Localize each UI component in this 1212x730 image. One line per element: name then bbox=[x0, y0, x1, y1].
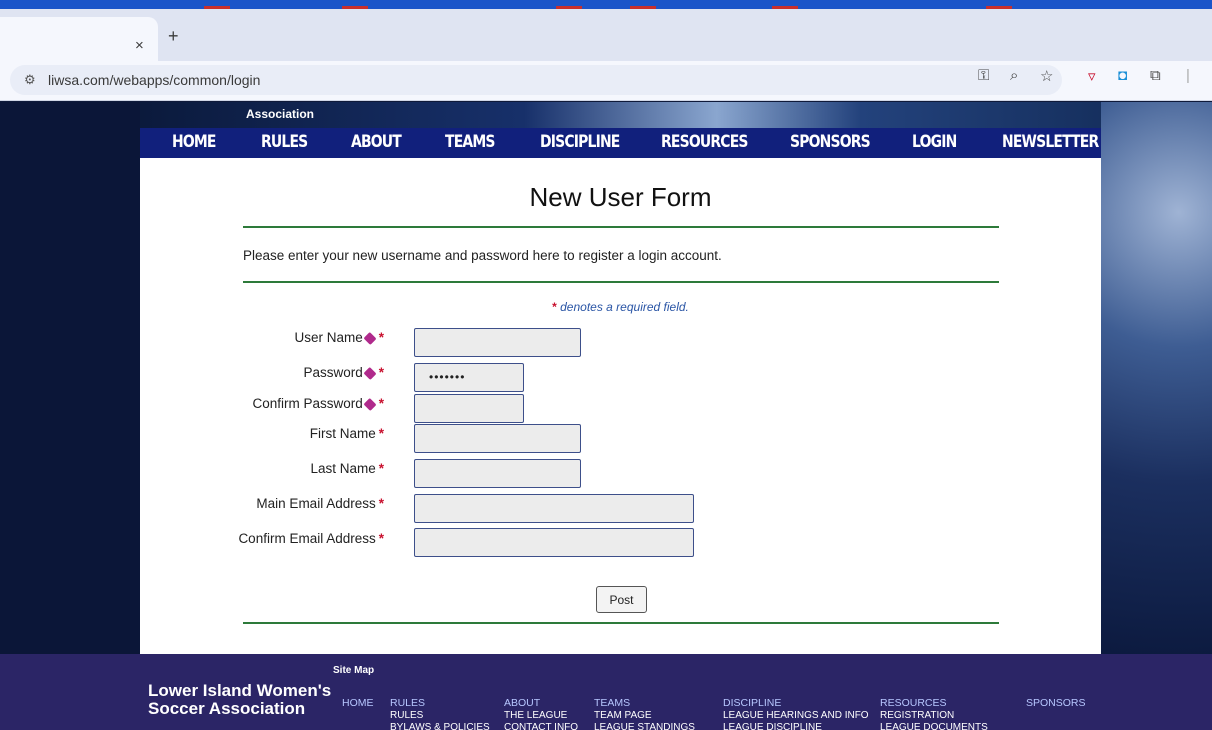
spellcheck-icon bbox=[363, 331, 377, 345]
required-marker: * bbox=[552, 300, 557, 314]
required-note-text: denotes a required field. bbox=[560, 300, 689, 314]
password-input[interactable]: ••••••• bbox=[414, 363, 524, 392]
last-name-input[interactable] bbox=[414, 459, 581, 488]
footer-link-rules[interactable]: RULES bbox=[390, 697, 425, 709]
nav-about[interactable]: ABOUT bbox=[351, 132, 402, 152]
footer-sub-rules[interactable]: RULES bbox=[390, 710, 423, 721]
username-label: User Name * bbox=[294, 330, 384, 345]
confirm-email-input[interactable] bbox=[414, 528, 694, 557]
nav-home[interactable]: HOME bbox=[172, 132, 216, 152]
spellcheck-icon bbox=[363, 397, 377, 411]
site-banner: Association bbox=[140, 102, 1101, 128]
site-footer: Site Map Lower Island Women's Soccer Ass… bbox=[0, 654, 1212, 730]
email-input[interactable] bbox=[414, 494, 694, 523]
page-title: New User Form bbox=[529, 182, 712, 212]
page-background-right bbox=[1101, 102, 1212, 654]
confirm-password-input[interactable] bbox=[414, 394, 524, 423]
first-name-input[interactable] bbox=[414, 424, 581, 453]
divider bbox=[243, 281, 999, 283]
banner-text: Association bbox=[246, 107, 315, 121]
footer-link-teams[interactable]: TEAMS bbox=[594, 697, 630, 709]
url-field[interactable]: ⚙ liwsa.com/webapps/common/login bbox=[10, 65, 1062, 95]
browser-tab-bar: × + bbox=[0, 9, 1212, 61]
nav-resources[interactable]: RESOURCES bbox=[661, 132, 748, 152]
main-content: New User Form Please enter your new user… bbox=[140, 158, 1101, 654]
divider bbox=[243, 622, 999, 624]
footer-link-discipline[interactable]: DISCIPLINE bbox=[723, 697, 781, 709]
url-text[interactable]: liwsa.com/webapps/common/login bbox=[48, 72, 260, 88]
bookmark-star-icon[interactable]: ☆ bbox=[1040, 67, 1053, 85]
site-map-heading: Site Map bbox=[333, 665, 375, 676]
spellcheck-icon bbox=[363, 366, 377, 380]
nav-discipline[interactable]: DISCIPLINE bbox=[540, 132, 620, 152]
email-label: Main Email Address * bbox=[256, 496, 384, 511]
footer-sub-standings[interactable]: LEAGUE STANDINGS bbox=[594, 722, 695, 730]
footer-sub-team-page[interactable]: TEAM PAGE bbox=[594, 710, 652, 721]
address-bar: ⚙ liwsa.com/webapps/common/login ⚿ ⌕ ☆ ▿… bbox=[0, 61, 1212, 101]
footer-sub-contact[interactable]: CONTACT INFO bbox=[504, 722, 578, 730]
browser-top-strip bbox=[0, 0, 1212, 9]
username-input[interactable] bbox=[414, 328, 581, 357]
tab-close-icon[interactable]: × bbox=[135, 37, 144, 54]
browser-tab[interactable]: × bbox=[0, 17, 158, 61]
new-tab-icon[interactable]: + bbox=[168, 26, 179, 47]
password-label: Password * bbox=[303, 365, 384, 380]
nav-sponsors[interactable]: SPONSORS bbox=[790, 132, 871, 152]
key-icon[interactable]: ⚿ bbox=[978, 67, 989, 84]
nav-newsletter[interactable]: NEWSLETTER bbox=[1002, 132, 1099, 152]
post-button[interactable]: Post bbox=[596, 586, 647, 613]
zoom-icon[interactable]: ⌕ bbox=[1010, 67, 1018, 84]
site-info-icon[interactable]: ⚙ bbox=[24, 72, 36, 88]
nav-teams[interactable]: TEAMS bbox=[445, 132, 495, 152]
footer-org-name: Lower Island Women's Soccer Association bbox=[148, 681, 332, 718]
extensions-puzzle-icon[interactable]: ⧉ bbox=[1150, 67, 1161, 84]
main-nav: HOME RULES ABOUT TEAMS DISCIPLINE RESOUR… bbox=[140, 128, 1101, 158]
first-name-label: First Name * bbox=[309, 426, 384, 441]
footer-sub-the-league[interactable]: THE LEAGUE bbox=[504, 710, 567, 721]
divider bbox=[243, 226, 999, 228]
footer-sub-hearings[interactable]: LEAGUE HEARINGS AND INFO bbox=[723, 710, 869, 721]
nav-rules[interactable]: RULES bbox=[261, 132, 308, 152]
footer-sub-league-discipline[interactable]: LEAGUE DISCIPLINE bbox=[723, 722, 822, 730]
required-note: * denotes a required field. bbox=[140, 300, 1101, 314]
footer-link-home[interactable]: HOME bbox=[342, 697, 374, 709]
intro-text: Please enter your new username and passw… bbox=[243, 248, 722, 263]
footer-sub-registration[interactable]: REGISTRATION bbox=[880, 710, 954, 721]
footer-link-sponsors[interactable]: SPONSORS bbox=[1026, 697, 1086, 709]
toolbar-divider: | bbox=[1186, 67, 1190, 84]
confirm-password-label: Confirm Password * bbox=[252, 396, 384, 411]
page-background-left bbox=[0, 102, 140, 654]
footer-sub-documents[interactable]: LEAGUE DOCUMENTS bbox=[880, 722, 988, 730]
footer-link-resources[interactable]: RESOURCES bbox=[880, 697, 947, 709]
footer-link-about[interactable]: ABOUT bbox=[504, 697, 540, 709]
footer-sub-bylaws[interactable]: BYLAWS & POLICIES bbox=[390, 722, 490, 730]
extension-blue-icon[interactable]: ◘ bbox=[1118, 67, 1127, 84]
extension-icon[interactable]: ▿ bbox=[1088, 67, 1096, 85]
confirm-email-label: Confirm Email Address * bbox=[238, 531, 384, 546]
last-name-label: Last Name * bbox=[310, 461, 384, 476]
nav-login[interactable]: LOGIN bbox=[912, 132, 957, 152]
